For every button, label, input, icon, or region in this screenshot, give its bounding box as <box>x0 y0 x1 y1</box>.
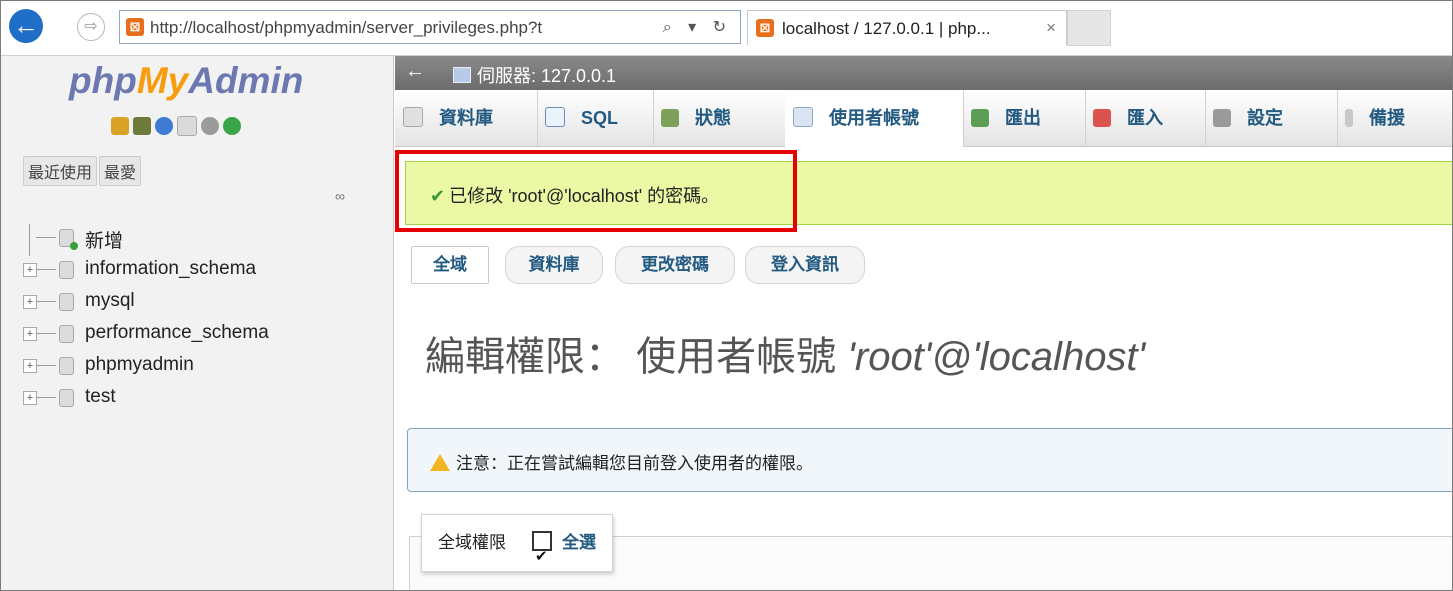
tab-export[interactable]: 匯出 <box>963 90 1086 146</box>
server-icon <box>453 67 471 83</box>
tab-favicon-icon: ⊠ <box>756 19 774 37</box>
select-all-label[interactable]: 全選 <box>562 533 596 552</box>
collapse-arrow-icon[interactable]: ← <box>405 60 425 83</box>
highlight-box <box>395 150 797 232</box>
tree-item-label[interactable]: phpmyadmin <box>85 354 194 376</box>
tab-import[interactable]: 匯入 <box>1085 90 1206 146</box>
forward-button[interactable]: ⇨ <box>77 13 105 41</box>
tab-title: localhost / 127.0.0.1 | php... <box>782 19 991 38</box>
link-icon[interactable]: ∞ <box>335 188 345 204</box>
browser-toolbar: ← ⇨ ⊠ http://localhost/phpmyadmin/server… <box>1 1 1452 56</box>
legend-label: 全域權限 <box>438 533 506 552</box>
database-icon <box>59 389 74 407</box>
expand-icon[interactable]: + <box>23 359 37 373</box>
favorites-tab[interactable]: 最愛 <box>99 156 142 186</box>
subtab-change-password[interactable]: 更改密碼 <box>615 246 735 284</box>
tab-status[interactable]: 狀態 <box>653 90 786 146</box>
tab-user-accounts[interactable]: 使用者帳號 <box>785 90 964 147</box>
notice-message: 注意：正在嘗試編輯您目前登入使用者的權限。 <box>407 428 1452 492</box>
tree-item-label[interactable]: 新增 <box>85 226 123 253</box>
recent-favorites-tabs: 最近使用 最愛 <box>23 156 143 186</box>
tab-settings[interactable]: 設定 <box>1205 90 1338 146</box>
tree-item-label[interactable]: mysql <box>85 290 135 312</box>
nav-icon-bar <box>111 116 245 140</box>
tab-close-icon[interactable]: × <box>1046 18 1056 38</box>
subtab-global[interactable]: 全域 <box>411 246 489 284</box>
expand-icon[interactable]: + <box>23 327 37 341</box>
export-icon <box>971 109 989 127</box>
search-refresh-icon[interactable]: ⌕ ▾ ↻ <box>663 17 732 37</box>
reload-icon[interactable] <box>223 117 241 135</box>
page-title: 編輯權限： 使用者帳號 'root'@'localhost' <box>425 335 1146 379</box>
phpmyadmin-logo[interactable]: phpMyAdmin <box>69 60 303 102</box>
database-icon <box>403 107 423 127</box>
expand-icon[interactable]: + <box>23 391 37 405</box>
recent-tab[interactable]: 最近使用 <box>23 156 98 186</box>
url-text[interactable]: http://localhost/phpmyadmin/server_privi… <box>150 18 542 38</box>
database-icon <box>59 357 74 375</box>
main-content: ← 伺服器: 127.0.0.1 資料庫 SQL 狀態 使用者帳號 匯出 匯入 … <box>395 56 1452 590</box>
subtab-login-info[interactable]: 登入資訊 <box>745 246 865 284</box>
tab-databases[interactable]: 資料庫 <box>395 90 538 146</box>
back-button[interactable]: ← <box>9 9 43 43</box>
browser-tab[interactable]: ⊠ localhost / 127.0.0.1 | php... × <box>747 10 1067 45</box>
new-database-icon <box>59 229 78 250</box>
expand-icon[interactable]: + <box>23 263 37 277</box>
gear-icon[interactable] <box>201 117 219 135</box>
notice-text: 注意：正在嘗試編輯您目前登入使用者的權限。 <box>456 454 813 473</box>
wrench-icon <box>1213 109 1231 127</box>
tree-item-label[interactable]: test <box>85 386 116 408</box>
database-icon <box>59 293 74 311</box>
status-icon <box>661 109 679 127</box>
top-menu: 資料庫 SQL 狀態 使用者帳號 匯出 匯入 設定 備援 <box>395 90 1452 147</box>
browser-window: ← ⇨ ⊠ http://localhost/phpmyadmin/server… <box>0 0 1453 591</box>
warning-icon <box>430 454 450 471</box>
database-icon <box>59 261 74 279</box>
tree-item-label[interactable]: performance_schema <box>85 322 269 344</box>
replication-icon <box>1345 109 1353 127</box>
database-icon <box>59 325 74 343</box>
home-icon[interactable] <box>111 117 129 135</box>
new-tab-button[interactable] <box>1067 10 1111 46</box>
favicon-icon: ⊠ <box>126 18 144 36</box>
expand-icon[interactable]: + <box>23 295 37 309</box>
tree-item-label[interactable]: information_schema <box>85 258 256 280</box>
documentation-icon[interactable] <box>177 116 197 136</box>
help-icon[interactable] <box>155 117 173 135</box>
global-privileges-legend: 全域權限 全選 <box>421 514 613 585</box>
subtab-database[interactable]: 資料庫 <box>505 246 603 284</box>
sql-icon <box>545 107 565 127</box>
select-all-checkbox[interactable] <box>532 529 552 585</box>
server-breadcrumb[interactable]: 伺服器: 127.0.0.1 <box>453 62 616 88</box>
address-bar[interactable]: ⊠ http://localhost/phpmyadmin/server_pri… <box>119 10 741 44</box>
navigation-panel: phpMyAdmin 最近使用 最愛 ∞ 新增 + information_sch… <box>1 56 394 590</box>
tab-replication[interactable]: 備援 <box>1337 90 1452 146</box>
import-icon <box>1093 109 1111 127</box>
logout-icon[interactable] <box>133 117 151 135</box>
server-breadcrumb-bar: ← 伺服器: 127.0.0.1 <box>395 56 1452 90</box>
user-accounts-icon <box>793 107 813 127</box>
tab-sql[interactable]: SQL <box>537 90 654 146</box>
